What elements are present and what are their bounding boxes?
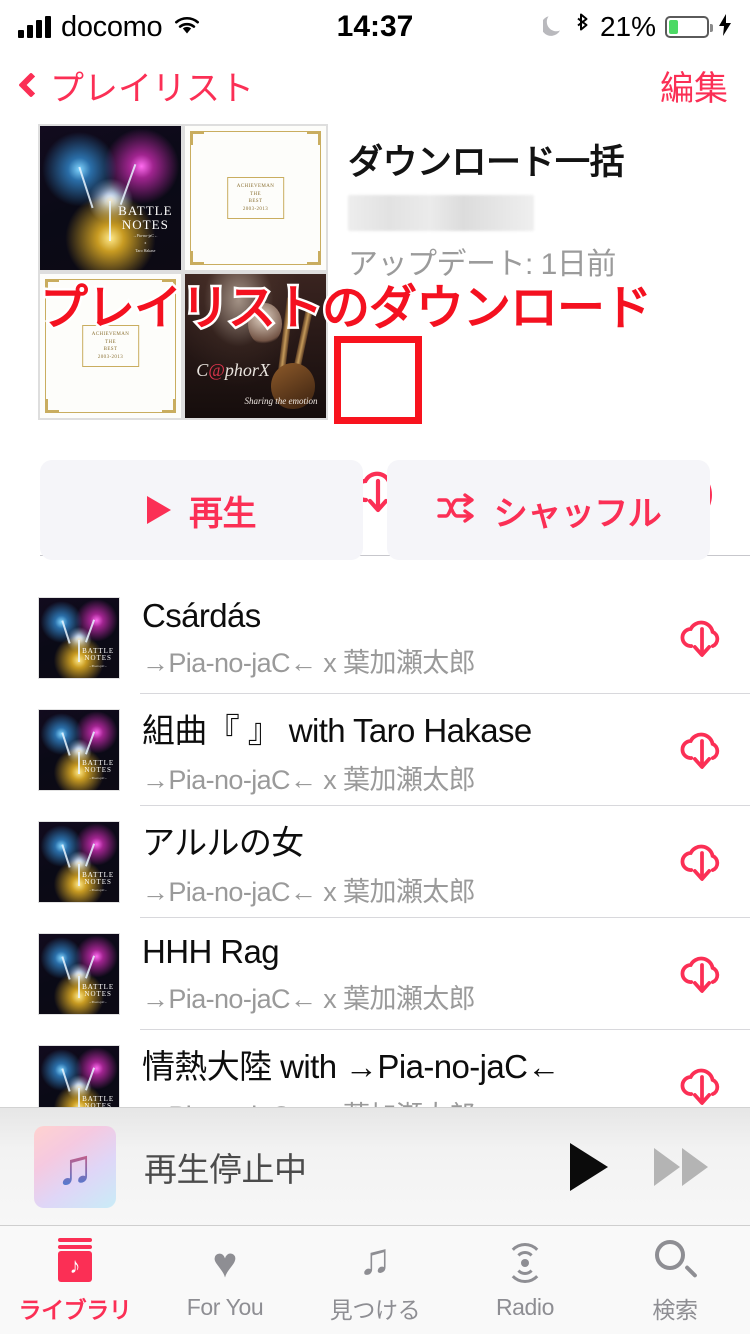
music-note-icon: ♫ bbox=[358, 1234, 392, 1284]
status-bar: docomo 14:37 21% bbox=[0, 0, 750, 54]
edit-button[interactable]: 編集 bbox=[660, 61, 728, 110]
battery-percent-label: 21% bbox=[599, 11, 657, 42]
clock-label: 14:37 bbox=[336, 10, 414, 43]
status-bar-right: 21% bbox=[413, 11, 732, 43]
tab-for-you-label: For You bbox=[186, 1294, 264, 1320]
track-title: 情熱大陸 with →Pia-no-jaC← bbox=[142, 1047, 560, 1085]
track-meta: HHH Rag →Pia-no-jaC← x 葉加瀬太郎 bbox=[120, 933, 654, 1016]
artwork-achieveman-plate: ACHIEVEMAN THE BEST 2003-2013 bbox=[81, 325, 140, 367]
track-artwork: BATTLENOTES→Pia-no-jaC← bbox=[38, 597, 120, 679]
tab-library-label: ライブラリ bbox=[18, 1296, 132, 1323]
track-title: HHH Rag bbox=[142, 932, 280, 970]
cloud-download-icon bbox=[680, 732, 720, 769]
track-artwork-text: BATTLENOTES→Pia-no-jaC← bbox=[82, 646, 115, 669]
battery-icon bbox=[665, 16, 714, 38]
navigation-bar: プレイリスト 編集 bbox=[0, 54, 750, 116]
track-download-button[interactable] bbox=[654, 949, 750, 999]
track-meta: 組曲『 』 with Taro Hakase →Pia-no-jaC← x 葉加瀬… bbox=[120, 704, 654, 797]
artwork-tile-battle-notes: BATTLE NOTES →Pia-no-jaC← x Taro Hakase bbox=[38, 124, 183, 272]
tab-library[interactable]: ♪ ライブラリ bbox=[0, 1226, 150, 1334]
tab-radio-label: Radio bbox=[495, 1294, 555, 1320]
artwork-battle-notes-text: BATTLE NOTES →Pia-no-jaC← x Taro Hakase bbox=[118, 202, 173, 253]
chevron-left-icon bbox=[18, 72, 44, 98]
shuffle-button-label: シャッフル bbox=[493, 494, 662, 533]
track-title: アルルの女 bbox=[142, 823, 304, 861]
track-row[interactable]: BATTLE NOTES →Pia-no-jaC← Csárdás →Pia-no-ja… bbox=[0, 582, 750, 694]
track-row[interactable]: BATTLE NOTES →Pia-no-jaC← アルルの女 →Pia-no-jaC←… bbox=[0, 806, 750, 918]
bluetooth-icon bbox=[574, 12, 591, 43]
cloud-download-icon bbox=[680, 844, 720, 881]
play-button-label: 再生 bbox=[189, 494, 257, 533]
carrier-label: docomo bbox=[61, 10, 163, 43]
tab-browse-label: 見つける bbox=[329, 1296, 421, 1323]
library-icon: ♪ bbox=[56, 1236, 94, 1284]
signal-bars-icon bbox=[18, 16, 51, 38]
playlist-author-redacted bbox=[348, 195, 534, 231]
play-triangle-icon bbox=[147, 496, 171, 524]
track-artwork: BATTLENOTES→Pia-no-jaC← bbox=[38, 933, 120, 1015]
tab-for-you[interactable]: ♥ For You bbox=[150, 1226, 300, 1334]
cloud-download-icon bbox=[680, 620, 720, 657]
mini-player-play-button[interactable] bbox=[570, 1142, 608, 1191]
artwork-tile-achieveman-1: ACHIEVEMAN THE BEST 2003-2013 bbox=[183, 124, 328, 272]
track-artist: →Pia-no-jaC← x 葉加瀬太郎 bbox=[142, 983, 476, 1014]
tab-browse[interactable]: ♫ 見つける bbox=[300, 1226, 450, 1334]
playlist-actions: 再生 シャッフル bbox=[0, 460, 750, 568]
play-button[interactable]: 再生 bbox=[40, 460, 363, 560]
track-title: Csárdás bbox=[142, 596, 261, 634]
wifi-icon bbox=[172, 14, 202, 41]
playlist-updated-label: アップデート: 1日前 bbox=[348, 248, 616, 281]
track-download-button[interactable] bbox=[654, 613, 750, 663]
track-artwork-text: BATTLENOTES→Pia-no-jaC← bbox=[82, 982, 115, 1005]
track-download-button[interactable] bbox=[654, 725, 750, 775]
track-list: BATTLE NOTES →Pia-no-jaC← Csárdás →Pia-no-ja… bbox=[0, 582, 750, 1142]
track-row[interactable]: BATTLE NOTES →Pia-no-jaC← 組曲『 』 with Taro H… bbox=[0, 694, 750, 806]
track-title: 組曲『 』 with Taro Hakase bbox=[142, 711, 532, 749]
track-download-button[interactable] bbox=[654, 837, 750, 887]
do-not-disturb-moon-icon bbox=[541, 13, 565, 42]
mini-player-note-glyph: ♫ bbox=[56, 1138, 94, 1195]
track-meta: アルルの女 →Pia-no-jaC← x 葉加瀬太郎 bbox=[120, 816, 654, 909]
track-meta: Csárdás →Pia-no-jaC← x 葉加瀬太郎 bbox=[120, 597, 654, 680]
back-button-label: プレイリスト bbox=[50, 69, 254, 108]
artwork-guitar-tagline: Sharing the emotion bbox=[244, 396, 318, 407]
playlist-info: ダウンロード一括 アップデート: 1日前 bbox=[348, 134, 738, 283]
mini-player-status-label: 再生停止中 bbox=[144, 1150, 307, 1188]
mini-player-forward-button[interactable] bbox=[654, 1147, 708, 1186]
cloud-download-icon bbox=[680, 956, 720, 993]
track-row[interactable]: BATTLE NOTES →Pia-no-jaC← HHH Rag →Pia-no-ja… bbox=[0, 918, 750, 1030]
search-icon bbox=[653, 1236, 698, 1284]
track-artwork-text: BATTLENOTES→Pia-no-jaC← bbox=[82, 870, 115, 893]
tab-search[interactable]: 検索 bbox=[600, 1226, 750, 1334]
track-artist: →Pia-no-jaC← x 葉加瀬太郎 bbox=[142, 647, 476, 678]
charging-bolt-icon bbox=[718, 13, 732, 42]
cloud-download-icon bbox=[680, 1068, 720, 1105]
track-artwork: BATTLENOTES→Pia-no-jaC← bbox=[38, 709, 120, 791]
track-artwork-text: BATTLENOTES→Pia-no-jaC← bbox=[82, 758, 115, 781]
back-button[interactable]: プレイリスト bbox=[18, 61, 254, 110]
shuffle-icon bbox=[436, 492, 476, 528]
playlist-artwork-grid[interactable]: BATTLE NOTES →Pia-no-jaC← x Taro Hakase AC… bbox=[38, 124, 328, 420]
radio-waves-icon bbox=[501, 1239, 549, 1287]
track-artwork: BATTLENOTES→Pia-no-jaC← bbox=[38, 821, 120, 903]
tab-radio[interactable]: Radio bbox=[450, 1226, 600, 1334]
tab-bar: ♪ ライブラリ ♥ For You ♫ 見つける Radio 検索 bbox=[0, 1225, 750, 1334]
artwork-guitar-logo: C@phorX bbox=[196, 359, 270, 380]
playlist-title: ダウンロード一括 bbox=[348, 143, 625, 182]
app-screen: docomo 14:37 21% プレイリスト 編集 BATTLE NOTES … bbox=[0, 0, 750, 1334]
artwork-tile-sharing-the-emotion: C@phorX Sharing the emotion bbox=[183, 272, 328, 420]
artwork-achieveman-plate: ACHIEVEMAN THE BEST 2003-2013 bbox=[226, 177, 285, 219]
track-artist: →Pia-no-jaC← x 葉加瀬太郎 bbox=[142, 876, 476, 907]
track-artist: →Pia-no-jaC← x 葉加瀬太郎 bbox=[142, 764, 476, 795]
heart-icon: ♥ bbox=[212, 1239, 238, 1286]
tab-search-label: 検索 bbox=[652, 1296, 698, 1323]
track-download-button[interactable] bbox=[654, 1061, 750, 1111]
apple-music-note-icon: ♫ bbox=[34, 1125, 116, 1208]
mini-player[interactable]: ♫ 再生停止中 bbox=[0, 1107, 750, 1225]
playlist-header: BATTLE NOTES →Pia-no-jaC← x Taro Hakase AC… bbox=[0, 118, 750, 556]
artwork-tile-achieveman-2: ACHIEVEMAN THE BEST 2003-2013 bbox=[38, 272, 183, 420]
status-bar-left: docomo bbox=[18, 11, 337, 44]
shuffle-button[interactable]: シャッフル bbox=[387, 460, 710, 560]
